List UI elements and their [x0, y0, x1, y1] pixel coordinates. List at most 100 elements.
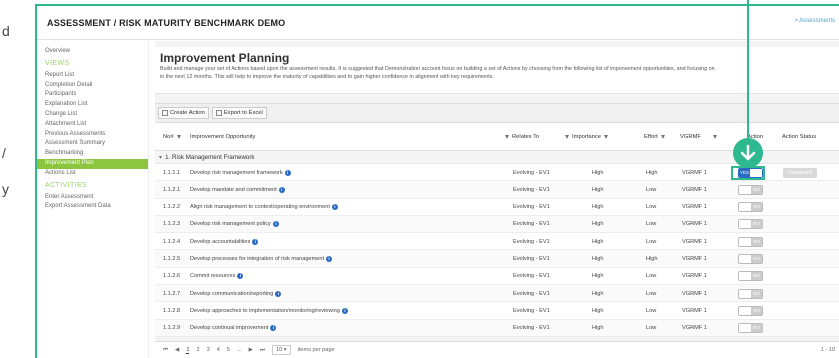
toggle-label: NO	[751, 272, 762, 281]
info-icon[interactable]: i	[272, 221, 279, 228]
first-page-button[interactable]: ⏮	[163, 347, 168, 354]
action-toggle[interactable]: NO	[738, 323, 763, 334]
info-icon[interactable]: i	[270, 325, 277, 332]
sidebar-item-report-list[interactable]: Report List	[37, 71, 148, 81]
create-action-label: Create Action	[170, 110, 205, 116]
sidebar-item-assessment-summary[interactable]: Assessment Summary	[37, 139, 148, 149]
action-toggle[interactable]: NO	[738, 305, 763, 316]
info-icon[interactable]: i	[331, 204, 338, 211]
table-row[interactable]: 1.1.2.8 Develop approaches to implementat…	[155, 302, 839, 320]
cell-opp: Develop processes for integration of ris…	[190, 250, 333, 267]
col-importance[interactable]: Importance	[572, 134, 601, 140]
filter-icon[interactable]	[660, 135, 665, 139]
cell-rel: Evolving - EV1	[513, 285, 550, 302]
cell-vg: VGRMF 1	[682, 233, 707, 250]
toggle-label: NO	[751, 289, 762, 298]
next-page-button[interactable]: ▶	[249, 347, 253, 353]
sidebar-item-improvement-plan[interactable]: Improvement Plan	[37, 158, 148, 169]
filter-icon[interactable]	[565, 135, 569, 139]
info-icon[interactable]: i	[275, 290, 282, 297]
page-3[interactable]: 3	[207, 347, 210, 353]
action-toggle[interactable]: NO	[738, 202, 763, 213]
col-effort[interactable]: Effort	[644, 134, 658, 140]
action-toggle[interactable]: NO	[738, 184, 763, 195]
info-icon[interactable]: i	[237, 273, 244, 280]
action-toggle[interactable]: NO	[738, 271, 763, 282]
pager: ⏮ ◀ 1 2 3 4 5 ... ▶ ⏭ 10 ▾ items per pag…	[155, 341, 839, 358]
action-toggle[interactable]: NO	[738, 236, 763, 247]
filter-icon[interactable]	[505, 135, 509, 139]
sidebar-item-attachment-list[interactable]: Attachment List	[37, 120, 148, 130]
filter-icon[interactable]	[604, 135, 608, 139]
info-icon[interactable]: i	[326, 255, 333, 262]
cell-no: 1.1.2.6	[163, 268, 180, 285]
info-icon[interactable]: i	[341, 307, 348, 314]
export-excel-label: Export to Excel	[223, 110, 263, 116]
last-page-button[interactable]: ⏭	[260, 347, 265, 354]
page-size-select[interactable]: 10 ▾	[272, 345, 291, 355]
cell-imp: High	[592, 233, 604, 250]
table-row[interactable]: 1.1.2.5 Develop processes for integration…	[155, 250, 839, 268]
cell-rel: Evolving - EV1	[513, 181, 550, 198]
sidebar-item-actions-list[interactable]: Actions List	[37, 169, 148, 179]
filter-icon[interactable]	[713, 135, 717, 139]
page-description-line-1: Build and manage your set of Actions bas…	[160, 66, 715, 72]
action-toggle[interactable]: NO	[738, 288, 763, 299]
sidebar-item-explanation-list[interactable]: Explanation List	[37, 100, 148, 110]
sidebar-item-completion-detail[interactable]: Completion Detail	[37, 81, 148, 91]
table-row[interactable]: 1.1.2.9 Develop continual improvement i Evo…	[155, 319, 839, 337]
col-action-status[interactable]: Action Status	[782, 134, 816, 141]
table-row[interactable]: 1.1.2.7 Develop communication/reporting i E…	[155, 285, 839, 303]
cell-opp: Commit resources i	[190, 268, 244, 285]
sidebar-item-export-assessment-data[interactable]: Export Assessment Data	[37, 202, 148, 212]
info-icon[interactable]: i	[278, 186, 285, 193]
cell-eff: High	[646, 250, 658, 267]
app-topbar: ASSESSMENT / RISK MATURITY BENCHMARK DEM…	[37, 6, 839, 40]
col-relates-to[interactable]: Relates To	[512, 134, 539, 140]
cell-text: VGRMF 1	[682, 169, 707, 176]
cell-rel: Evolving - EV1	[513, 199, 550, 216]
create-action-button[interactable]: Create Action	[158, 107, 209, 119]
cell-text: 1.1.2.7	[163, 290, 181, 297]
breadcrumb[interactable]: > Assessments	[794, 18, 835, 24]
export-excel-button[interactable]: Export to Excel	[211, 107, 267, 119]
collapse-icon[interactable]: ▾	[159, 154, 162, 161]
cell-text: Evolving - EV1	[513, 255, 550, 262]
group-label: 1. Risk Management Framework	[165, 153, 255, 161]
table-row[interactable]: 1.1.2.2 Align risk management to context/…	[155, 199, 839, 216]
cell-action: NO	[738, 199, 763, 216]
filter-icon[interactable]	[176, 135, 181, 139]
cell-text: High	[646, 255, 658, 262]
sidebar-item-change-list[interactable]: Change List	[37, 110, 148, 120]
status-badge[interactable]: Unplanned	[783, 167, 818, 178]
prev-page-button[interactable]: ◀	[175, 347, 179, 353]
page-4[interactable]: 4	[217, 347, 220, 353]
table-row[interactable]: 1.1.2.1 Develop mandate and commitment i Ev…	[155, 181, 839, 199]
col-no[interactable]: No#	[163, 134, 174, 140]
page-2[interactable]: 2	[196, 347, 199, 353]
cell-imp: High	[592, 285, 604, 302]
page-more[interactable]: ...	[237, 347, 242, 353]
page-1[interactable]: 1	[186, 347, 190, 354]
table-row[interactable]: 1.1.2.3 Develop risk management policy i Ev…	[155, 215, 839, 234]
info-icon[interactable]: i	[252, 238, 259, 245]
table-row[interactable]: 1.1.2.4 Develop accountabilities i Evolving…	[155, 233, 839, 251]
action-toggle[interactable]: NO	[738, 253, 763, 264]
cell-eff: Low	[646, 199, 656, 216]
sidebar-item-overview[interactable]: Overview	[37, 47, 148, 57]
cell-text: Evolving - EV1	[513, 186, 550, 193]
sidebar-item-previous-assessments[interactable]: Previous Assessments	[37, 130, 148, 140]
sidebar-item-benchmarking[interactable]: Benchmarking	[37, 149, 148, 159]
action-toggle[interactable]: NO	[738, 219, 763, 230]
cell-eff: Low	[646, 216, 656, 233]
sidebar-item-participants[interactable]: Participants	[37, 90, 148, 100]
table-row[interactable]: 1.1.2.6 Commit resources i Evolving - EV1 Hi…	[155, 268, 839, 286]
col-vgrmf[interactable]: VGRMF	[680, 134, 701, 140]
col-opportunity[interactable]: Improvement Opportunity	[190, 134, 255, 140]
excel-icon	[215, 110, 222, 116]
sidebar-item-enter-assessment[interactable]: Enter Assessment	[37, 193, 148, 203]
cell-text: 1.1.1.1	[163, 169, 181, 176]
info-icon[interactable]: i	[284, 169, 291, 176]
grid-toolbar: Create Action Export to Excel	[155, 103, 839, 123]
page-5[interactable]: 5	[227, 347, 230, 353]
